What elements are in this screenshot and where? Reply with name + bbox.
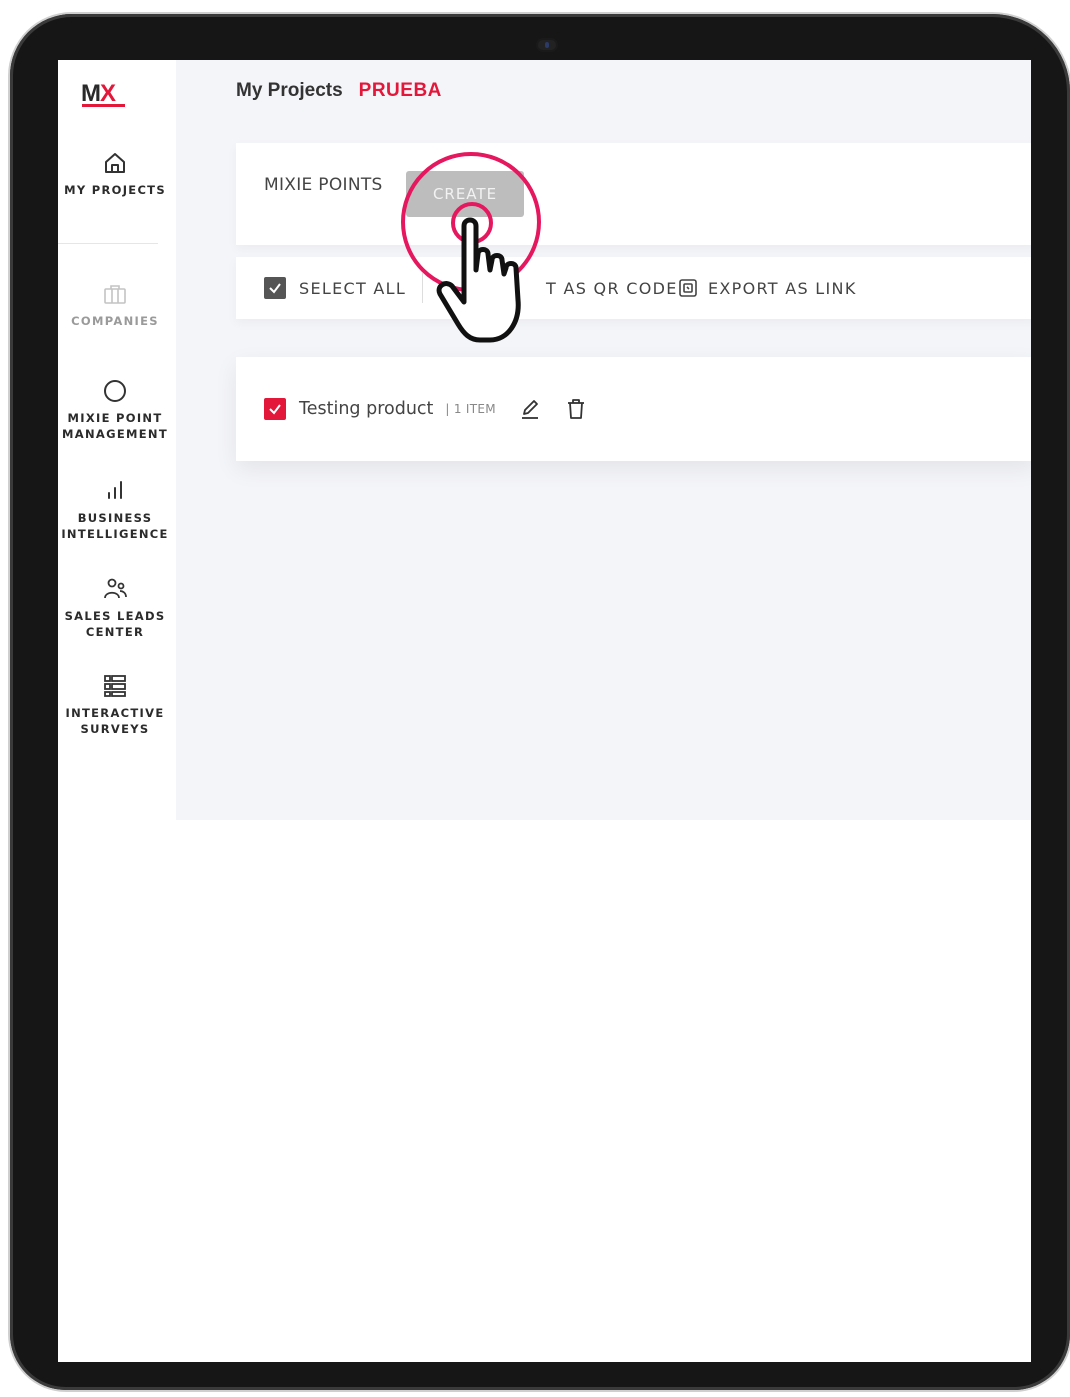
- users-icon: [104, 578, 127, 599]
- sidebar-item-label: SALES LEADS CENTER: [64, 609, 166, 639]
- edit-pencil-icon[interactable]: [518, 397, 542, 421]
- breadcrumb: My Projects PRUEBA: [236, 80, 442, 104]
- logo-x: X: [100, 80, 116, 107]
- sidebar-item-mixie-point-management[interactable]: MIXIE POINT MANAGEMENT: [58, 378, 176, 442]
- export-qr-label: T AS QR CODE: [546, 278, 678, 298]
- sidebar-item-label: MIXIE POINT MANAGEMENT: [62, 411, 168, 441]
- mixie-points-card: MIXIE POINTS CREATE: [236, 143, 1031, 245]
- trash-icon[interactable]: [564, 397, 588, 421]
- list-item: Testing product | 1 ITEM: [264, 395, 588, 423]
- sidebar-item-label: INTERACTIVE SURVEYS: [65, 706, 165, 736]
- item-count: | 1 ITEM: [445, 402, 496, 416]
- sidebar-item-my-projects[interactable]: MY PROJECTS: [58, 150, 176, 198]
- sidebar-divider: [58, 243, 158, 244]
- export-qr-button[interactable]: T AS QR CODE: [546, 275, 678, 301]
- list-grid-icon: [104, 675, 126, 697]
- item-card: Testing product | 1 ITEM: [236, 357, 1031, 461]
- sidebar: MX MY PROJECTS COMPANIES MIXIE POINT MAN…: [58, 60, 176, 820]
- link-icon: [679, 279, 697, 297]
- sidebar-item-label: COMPANIES: [71, 314, 159, 328]
- item-checkbox[interactable]: [264, 398, 286, 420]
- select-all-label: SELECT ALL: [299, 278, 407, 298]
- camera-icon: [538, 40, 556, 50]
- sidebar-item-companies[interactable]: COMPANIES: [58, 281, 176, 329]
- export-link-button[interactable]: EXPORT AS LINK: [678, 275, 857, 301]
- app: MX MY PROJECTS COMPANIES MIXIE POINT MAN…: [58, 60, 1031, 820]
- toolbar-divider: [422, 273, 423, 303]
- checkbox-checked-icon: [264, 277, 286, 299]
- sidebar-item-interactive-surveys[interactable]: INTERACTIVE SURVEYS: [58, 673, 176, 737]
- sidebar-item-label: MY PROJECTS: [64, 183, 166, 197]
- circle-icon: [104, 380, 126, 402]
- tap-hand-icon: [436, 217, 521, 343]
- select-all-checkbox[interactable]: SELECT ALL: [264, 275, 406, 301]
- breadcrumb-section[interactable]: My Projects: [236, 80, 343, 101]
- export-link-label: EXPORT AS LINK: [708, 278, 857, 298]
- briefcase-icon: [104, 285, 126, 304]
- sidebar-item-sales-leads-center[interactable]: SALES LEADS CENTER: [58, 576, 176, 640]
- logo[interactable]: MX: [81, 80, 125, 108]
- item-name[interactable]: Testing product: [299, 399, 433, 419]
- breadcrumb-project: PRUEBA: [358, 80, 442, 101]
- home-icon: [105, 153, 125, 173]
- section-title: MIXIE POINTS: [264, 175, 383, 195]
- toolbar-card: SELECT ALL T AS QR CODE EXPORT AS LINK: [236, 257, 1031, 319]
- sidebar-item-business-intelligence[interactable]: BUSINESS INTELLIGENCE: [58, 478, 176, 542]
- logo-m: M: [81, 80, 101, 107]
- sidebar-item-label: BUSINESS INTELLIGENCE: [61, 511, 169, 541]
- bar-chart-icon: [108, 481, 122, 499]
- screen: MX MY PROJECTS COMPANIES MIXIE POINT MAN…: [58, 60, 1031, 1362]
